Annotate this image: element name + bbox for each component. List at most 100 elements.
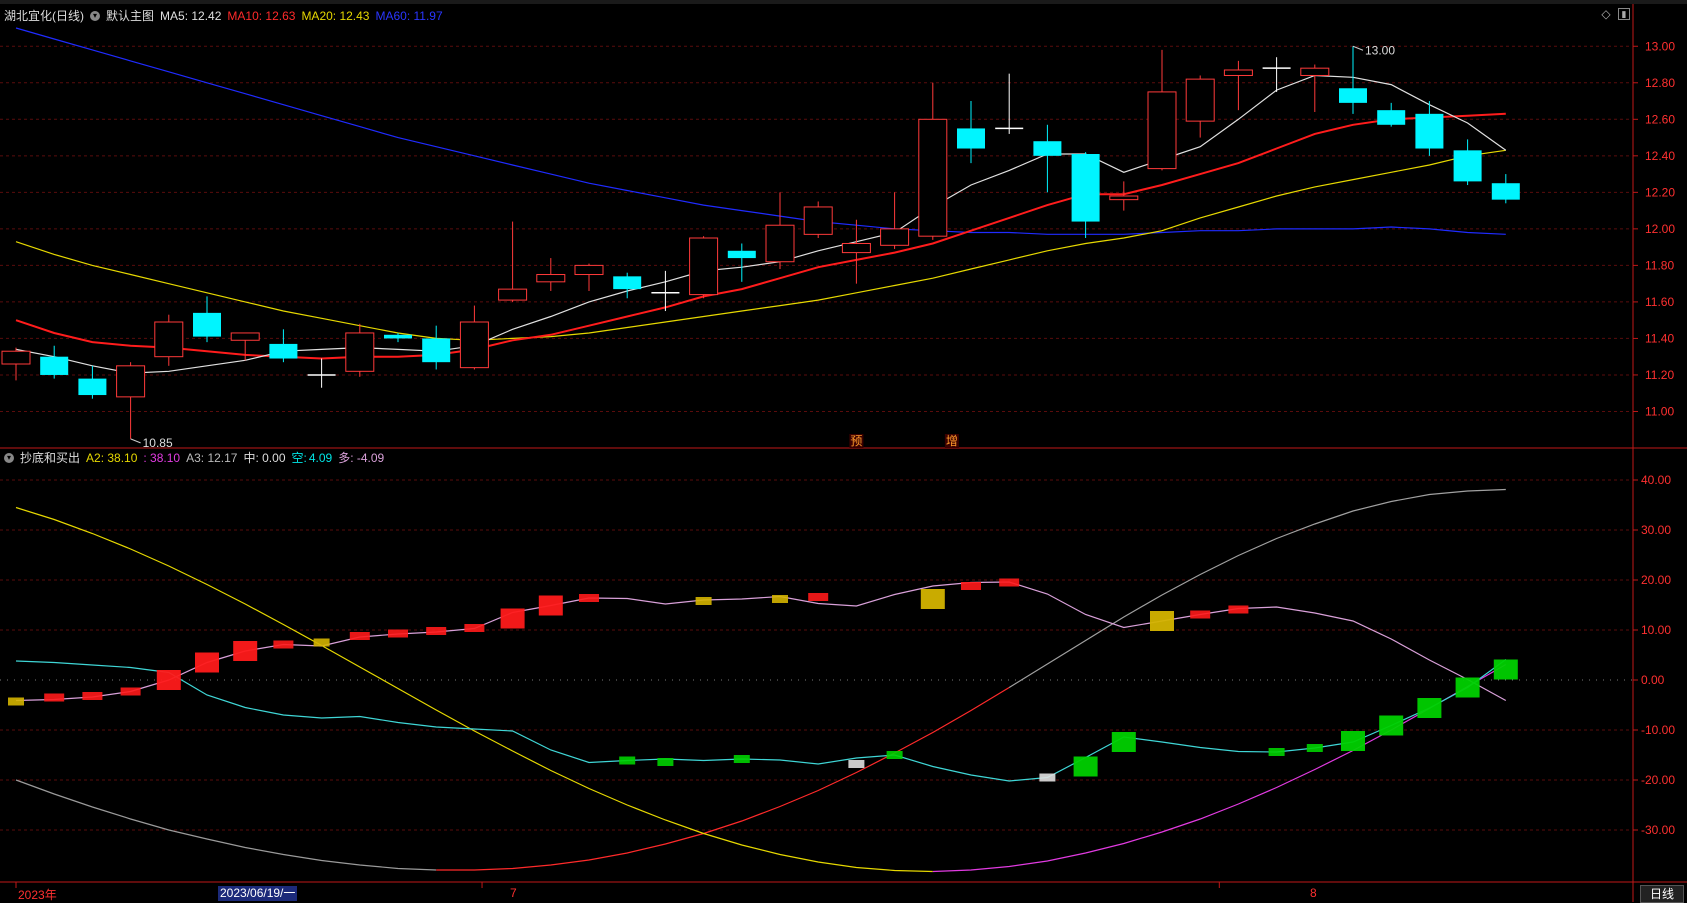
- signal-bar: [349, 632, 370, 640]
- candle-body: [1147, 91, 1177, 170]
- candle: [78, 365, 107, 399]
- candle: [574, 263, 604, 291]
- a3-line-rising: [932, 663, 1507, 873]
- signal-bar: [538, 595, 563, 616]
- signal-bar: [1455, 677, 1480, 698]
- candle: [116, 362, 146, 439]
- signal-bar: [579, 594, 599, 602]
- signal-bar: [1190, 610, 1211, 619]
- sub-y-tick-label: 30.00: [1641, 523, 1671, 537]
- signal-bar: [8, 697, 24, 706]
- signal-bar: [808, 593, 829, 601]
- signal-bar: [961, 582, 981, 590]
- indicator-settings-icon[interactable]: ▾: [4, 453, 14, 463]
- candle-body: [1377, 110, 1406, 125]
- candle-body: [116, 365, 146, 398]
- candle: [1339, 46, 1367, 114]
- candle: [307, 358, 336, 388]
- candle: [1147, 49, 1177, 171]
- window-toggle-icon[interactable]: ▮: [1618, 8, 1630, 20]
- a3-line-falling: [15, 506, 933, 873]
- candle: [957, 101, 985, 164]
- signal-bar: [695, 597, 712, 605]
- low-annotation-arrow: [130, 438, 141, 444]
- a2-line-rising: [436, 686, 1010, 871]
- main-y-tick-label: 11.00: [1645, 404, 1674, 418]
- settings-icon[interactable]: ▾: [90, 11, 100, 21]
- candle: [422, 325, 451, 370]
- signal-bar: [500, 608, 525, 629]
- signal-bar: [120, 687, 141, 696]
- ma60-value: MA60: 11.97: [375, 9, 443, 23]
- a2-value: A2: 38.10: [86, 451, 138, 465]
- candle-body: [1071, 154, 1100, 222]
- signal-bar: [1039, 773, 1056, 782]
- candle: [1109, 181, 1139, 211]
- ma5-value: MA5: 12.42: [160, 9, 222, 23]
- candle: [345, 323, 375, 377]
- signal-bar: [464, 624, 485, 632]
- candle: [995, 73, 1024, 134]
- stock-name[interactable]: 湖北宜化(日线): [4, 8, 84, 24]
- signal-bar: [772, 595, 788, 603]
- main-y-tick-label: 11.80: [1645, 258, 1674, 272]
- signal-bar: [1379, 715, 1404, 736]
- signal-bar: [1150, 611, 1174, 631]
- ma-line-ma5: [15, 74, 1507, 374]
- candle: [1453, 139, 1482, 186]
- kong-label: 空:: [291, 451, 307, 465]
- candle-body: [1223, 69, 1253, 76]
- sub-y-tick-label: 20.00: [1641, 573, 1671, 587]
- month-8-label: 8: [1310, 886, 1317, 900]
- candle: [613, 272, 642, 299]
- sub-y-tick-label: -30.00: [1641, 823, 1675, 837]
- signal-label: 预: [850, 434, 862, 448]
- kong-value: 4.09: [308, 451, 333, 465]
- period-daily-button[interactable]: 日线: [1640, 885, 1684, 903]
- a2-line-falling: [15, 779, 437, 871]
- sub-y-tick-label: -10.00: [1641, 723, 1675, 737]
- signal-bar: [82, 692, 103, 700]
- diamond-icon[interactable]: ◇: [1600, 8, 1612, 20]
- sub-y-tick-label: 0.00: [1641, 673, 1665, 687]
- ma-line-ma60: [15, 27, 1506, 235]
- signal-bar: [1111, 732, 1136, 752]
- main-chart-label[interactable]: 默认主图: [106, 8, 154, 24]
- year-label: 2023年: [18, 888, 57, 902]
- candle-body: [193, 312, 221, 337]
- main-chart-header: 湖北宜化(日线) ▾ 默认主图 MA5: 12.42 MA10: 12.63 M…: [4, 8, 443, 24]
- signal-bar: [657, 758, 674, 766]
- candle-body: [1300, 67, 1330, 76]
- candle: [536, 258, 566, 291]
- ma20-value: MA20: 12.43: [301, 9, 370, 23]
- candle-body: [765, 224, 795, 263]
- candle: [689, 236, 719, 299]
- candle-body: [536, 274, 566, 283]
- ma10-value: MA10: 12.63: [227, 9, 296, 23]
- candle: [1, 347, 31, 381]
- signal-bar: [273, 640, 294, 649]
- candle: [1377, 102, 1406, 127]
- candle: [765, 192, 795, 270]
- a3-value: A3: 12.17: [186, 451, 238, 465]
- ma-line-ma20: [15, 149, 1506, 341]
- candle-body: [613, 276, 642, 290]
- sub-y-tick-label: -20.00: [1641, 773, 1675, 787]
- high-annotation: 13.00: [1365, 43, 1395, 57]
- signal-bar: [920, 589, 945, 609]
- candle: [880, 192, 910, 249]
- indicator-name[interactable]: 抄底和买出: [20, 450, 80, 466]
- candle-body: [154, 321, 184, 358]
- ma-line-ma10: [15, 112, 1506, 360]
- candle-body: [269, 343, 298, 359]
- candle-body: [1185, 78, 1215, 122]
- main-y-tick-label: 11.60: [1645, 295, 1674, 309]
- candle: [918, 82, 948, 240]
- signal-bar: [1417, 698, 1442, 718]
- low-annotation: 10.85: [143, 436, 173, 450]
- candle-body: [880, 228, 910, 246]
- candle: [40, 345, 69, 379]
- candle: [803, 201, 833, 238]
- candle: [727, 243, 756, 282]
- main-y-tick-label: 12.00: [1645, 222, 1675, 236]
